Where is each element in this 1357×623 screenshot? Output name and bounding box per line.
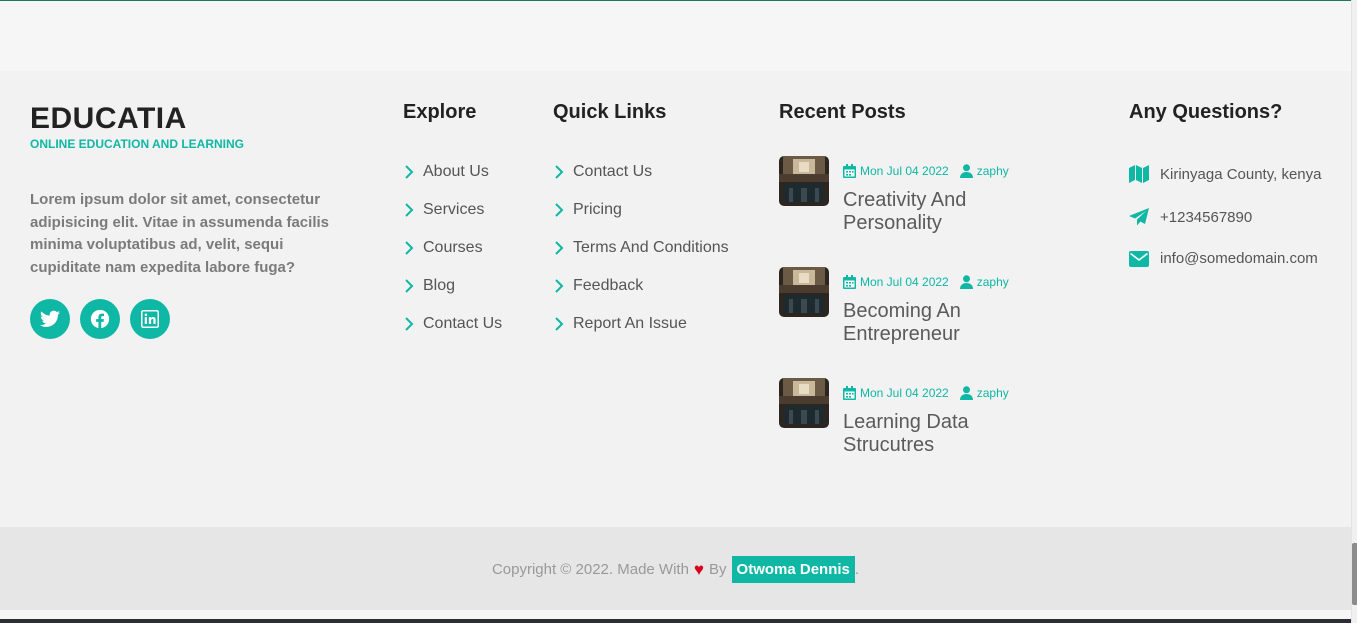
user-icon	[959, 275, 973, 289]
linkedin-button[interactable]	[130, 299, 170, 339]
post-author[interactable]: zaphy	[959, 164, 1009, 178]
copyright-suffix: .	[854, 561, 860, 578]
user-icon	[959, 164, 973, 178]
copyright-text: Copyright © 2022. Made With	[491, 561, 689, 578]
quick-links: Contact Us Pricing Terms And Conditions …	[553, 153, 729, 343]
questions-title: Any Questions?	[1129, 101, 1283, 123]
calendar-icon	[843, 386, 856, 400]
quick-link-contact[interactable]: Contact Us	[553, 153, 729, 191]
chevron-right-icon	[553, 278, 573, 294]
twitter-icon	[40, 310, 60, 327]
post-author-name[interactable]: zaphy	[977, 164, 1009, 178]
calendar-icon	[843, 275, 856, 289]
envelope-icon	[1129, 250, 1160, 267]
address-text: Kirinyaga County, kenya	[1160, 165, 1322, 183]
explore-link-courses[interactable]: Courses	[403, 229, 502, 267]
copyright-by: By	[709, 561, 727, 578]
facebook-icon	[90, 309, 110, 329]
post-author[interactable]: zaphy	[959, 275, 1009, 289]
contact-email[interactable]: info@somedomain.com	[1129, 250, 1318, 267]
post-meta: Mon Jul 04 2022 zaphy	[843, 386, 1009, 400]
quick-link-label[interactable]: Terms And Conditions	[573, 239, 729, 257]
brand-title[interactable]: EDUCATIA	[30, 102, 244, 136]
quick-link-pricing[interactable]: Pricing	[553, 191, 729, 229]
top-strip	[0, 0, 1351, 71]
chevron-right-icon	[403, 278, 423, 294]
explore-title: Explore	[403, 101, 477, 123]
contact-address: Kirinyaga County, kenya	[1129, 165, 1321, 183]
map-icon	[1129, 165, 1160, 183]
post-thumbnail[interactable]	[779, 156, 829, 206]
chevron-right-icon	[553, 240, 573, 256]
post-thumbnail[interactable]	[779, 267, 829, 317]
brand-subtitle: ONLINE EDUCATION AND LEARNING	[30, 137, 244, 151]
copyright: Copyright © 2022. Made With ♥ By Otwoma …	[0, 556, 1351, 583]
chevron-right-icon	[403, 316, 423, 332]
paper-plane-icon	[1129, 208, 1160, 226]
explore-link-contact[interactable]: Contact Us	[403, 305, 502, 343]
explore-link-blog[interactable]: Blog	[403, 267, 502, 305]
calendar-icon	[843, 164, 856, 178]
explore-link-label[interactable]: Courses	[423, 239, 483, 257]
post-date: Mon Jul 04 2022	[860, 164, 949, 178]
contact-phone[interactable]: +1234567890	[1129, 208, 1252, 226]
recent-posts-title: Recent Posts	[779, 101, 906, 123]
quick-link-label[interactable]: Contact Us	[573, 163, 652, 181]
explore-link-about[interactable]: About Us	[403, 153, 502, 191]
chevron-right-icon	[403, 202, 423, 218]
quick-link-terms[interactable]: Terms And Conditions	[553, 229, 729, 267]
chevron-right-icon	[553, 316, 573, 332]
chevron-right-icon	[553, 164, 573, 180]
post-date: Mon Jul 04 2022	[860, 386, 949, 400]
quick-links-title: Quick Links	[553, 101, 667, 123]
explore-link-label[interactable]: Contact Us	[423, 315, 502, 333]
quick-link-feedback[interactable]: Feedback	[553, 267, 729, 305]
linkedin-icon	[141, 310, 159, 328]
explore-link-services[interactable]: Services	[403, 191, 502, 229]
post-title[interactable]: Learning Data Strucutres	[843, 411, 1043, 457]
chevron-right-icon	[403, 240, 423, 256]
social-links	[30, 299, 170, 339]
page: EDUCATIA ONLINE EDUCATION AND LEARNING L…	[0, 0, 1357, 623]
chevron-right-icon	[403, 164, 423, 180]
post-title[interactable]: Creativity And Personality	[843, 189, 1043, 235]
post-author-name[interactable]: zaphy	[977, 386, 1009, 400]
explore-link-label[interactable]: Services	[423, 201, 484, 219]
twitter-button[interactable]	[30, 299, 70, 339]
brand: EDUCATIA ONLINE EDUCATION AND LEARNING	[30, 102, 244, 151]
post-meta: Mon Jul 04 2022 zaphy	[843, 164, 1009, 178]
explore-link-label[interactable]: Blog	[423, 277, 455, 295]
quick-link-report[interactable]: Report An Issue	[553, 305, 729, 343]
scrollbar[interactable]	[1351, 0, 1357, 623]
quick-link-label[interactable]: Pricing	[573, 201, 622, 219]
chevron-right-icon	[553, 202, 573, 218]
heart-icon: ♥	[693, 559, 705, 579]
explore-links: About Us Services Courses Blog Contact U…	[403, 153, 502, 343]
author-link[interactable]: Otwoma Dennis	[731, 556, 855, 583]
post-author-name[interactable]: zaphy	[977, 275, 1009, 289]
bottom-edge	[0, 619, 1351, 623]
quick-link-label[interactable]: Report An Issue	[573, 315, 687, 333]
post-meta: Mon Jul 04 2022 zaphy	[843, 275, 1009, 289]
user-icon	[959, 386, 973, 400]
quick-link-label[interactable]: Feedback	[573, 277, 643, 295]
brand-description: Lorem ipsum dolor sit amet, consectetur …	[30, 191, 329, 276]
post-thumbnail[interactable]	[779, 378, 829, 428]
post-date: Mon Jul 04 2022	[860, 275, 949, 289]
phone-text[interactable]: +1234567890	[1160, 209, 1252, 226]
post-title[interactable]: Becoming An Entrepreneur	[843, 300, 1043, 346]
facebook-button[interactable]	[80, 299, 120, 339]
email-text[interactable]: info@somedomain.com	[1160, 250, 1318, 267]
explore-link-label[interactable]: About Us	[423, 163, 489, 181]
scrollbar-thumb[interactable]	[1352, 543, 1357, 605]
post-author[interactable]: zaphy	[959, 386, 1009, 400]
